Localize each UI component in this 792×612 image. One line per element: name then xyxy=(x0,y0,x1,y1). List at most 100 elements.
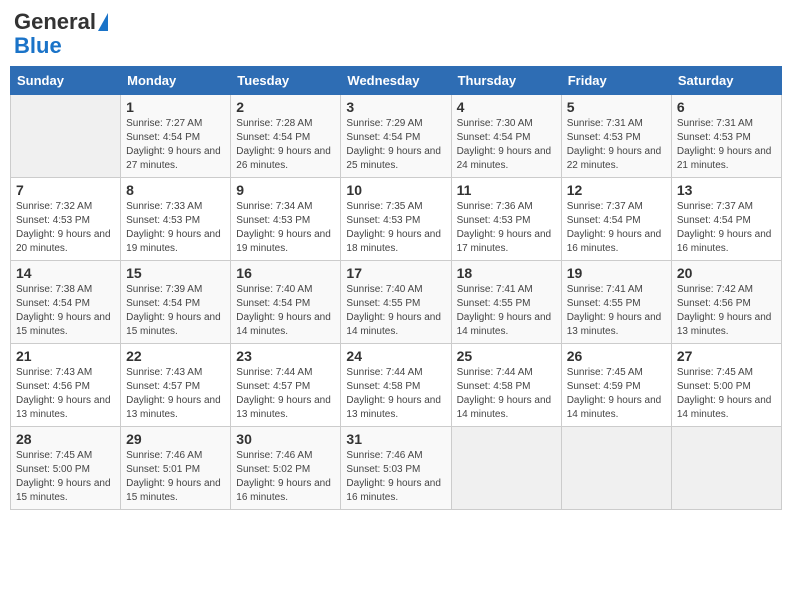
weekday-header-thursday: Thursday xyxy=(451,67,561,95)
calendar-cell: 18 Sunrise: 7:41 AMSunset: 4:55 PMDayligh… xyxy=(451,261,561,344)
calendar-cell: 23Sunrise: 7:44 AMSunset: 4:57 PMDayligh… xyxy=(231,344,341,427)
calendar-row: 28 Sunrise: 7:45 AMSunset: 5:00 PMDayligh… xyxy=(11,427,782,510)
weekday-header-sunday: Sunday xyxy=(11,67,121,95)
day-info: Sunrise: 7:32 AMSunset: 4:53 PMDaylight:… xyxy=(16,200,115,256)
calendar-cell: 8 Sunrise: 7:33 AMSunset: 4:53 PMDaylight… xyxy=(121,178,231,261)
calendar-cell: 28 Sunrise: 7:45 AMSunset: 5:00 PMDayligh… xyxy=(11,427,121,510)
day-info: Sunrise: 7:45 AMSunset: 5:00 PMDaylight:… xyxy=(16,449,115,505)
weekday-header-monday: Monday xyxy=(121,67,231,95)
day-number: 20 xyxy=(677,265,776,281)
day-number: 8 xyxy=(126,182,225,198)
day-number: 24 xyxy=(346,348,445,364)
calendar-cell: 7 Sunrise: 7:32 AMSunset: 4:53 PMDaylight… xyxy=(11,178,121,261)
day-number: 9 xyxy=(236,182,335,198)
day-number: 2 xyxy=(236,99,335,115)
logo-triangle-icon xyxy=(98,13,108,31)
day-info: Sunrise: 7:36 AMSunset: 4:53 PMDaylight:… xyxy=(457,200,556,256)
calendar-cell: 10Sunrise: 7:35 AMSunset: 4:53 PMDayligh… xyxy=(341,178,451,261)
day-info: Sunrise: 7:44 AMSunset: 4:57 PMDaylight:… xyxy=(236,366,335,422)
weekday-header-wednesday: Wednesday xyxy=(341,67,451,95)
day-info: Sunrise: 7:27 AMSunset: 4:54 PMDaylight:… xyxy=(126,117,225,173)
day-info: Sunrise: 7:42 AMSunset: 4:56 PMDaylight:… xyxy=(677,283,776,339)
calendar-cell xyxy=(561,427,671,510)
day-number: 27 xyxy=(677,348,776,364)
day-info: Sunrise: 7:31 AMSunset: 4:53 PMDaylight:… xyxy=(677,117,776,173)
day-number: 3 xyxy=(346,99,445,115)
logo-text-general: General xyxy=(14,10,96,34)
calendar-row: 21Sunrise: 7:43 AMSunset: 4:56 PMDayligh… xyxy=(11,344,782,427)
calendar-cell: 12 Sunrise: 7:37 AMSunset: 4:54 PMDayligh… xyxy=(561,178,671,261)
day-number: 31 xyxy=(346,431,445,447)
day-number: 11 xyxy=(457,182,556,198)
calendar-cell: 2 Sunrise: 7:28 AMSunset: 4:54 PMDaylight… xyxy=(231,95,341,178)
day-info: Sunrise: 7:34 AMSunset: 4:53 PMDaylight:… xyxy=(236,200,335,256)
logo-text-blue: Blue xyxy=(14,34,62,58)
day-info: Sunrise: 7:44 AMSunset: 4:58 PMDaylight:… xyxy=(457,366,556,422)
day-info: Sunrise: 7:43 AMSunset: 4:57 PMDaylight:… xyxy=(126,366,225,422)
day-number: 7 xyxy=(16,182,115,198)
day-number: 25 xyxy=(457,348,556,364)
day-number: 4 xyxy=(457,99,556,115)
day-info: Sunrise: 7:45 AMSunset: 4:59 PMDaylight:… xyxy=(567,366,666,422)
calendar-cell: 20 Sunrise: 7:42 AMSunset: 4:56 PMDayligh… xyxy=(671,261,781,344)
day-number: 18 xyxy=(457,265,556,281)
calendar-cell: 3 Sunrise: 7:29 AMSunset: 4:54 PMDaylight… xyxy=(341,95,451,178)
day-info: Sunrise: 7:41 AMSunset: 4:55 PMDaylight:… xyxy=(457,283,556,339)
calendar-row: 1 Sunrise: 7:27 AMSunset: 4:54 PMDaylight… xyxy=(11,95,782,178)
day-info: Sunrise: 7:40 AMSunset: 4:55 PMDaylight:… xyxy=(346,283,445,339)
day-info: Sunrise: 7:39 AMSunset: 4:54 PMDaylight:… xyxy=(126,283,225,339)
calendar-cell: 15 Sunrise: 7:39 AMSunset: 4:54 PMDayligh… xyxy=(121,261,231,344)
calendar-cell: 1 Sunrise: 7:27 AMSunset: 4:54 PMDaylight… xyxy=(121,95,231,178)
day-number: 21 xyxy=(16,348,115,364)
calendar-cell: 14 Sunrise: 7:38 AMSunset: 4:54 PMDayligh… xyxy=(11,261,121,344)
logo: General Blue xyxy=(14,10,108,58)
day-number: 30 xyxy=(236,431,335,447)
calendar-cell: 30 Sunrise: 7:46 AMSunset: 5:02 PMDayligh… xyxy=(231,427,341,510)
calendar-cell xyxy=(11,95,121,178)
day-info: Sunrise: 7:46 AMSunset: 5:01 PMDaylight:… xyxy=(126,449,225,505)
day-number: 13 xyxy=(677,182,776,198)
calendar-table: SundayMondayTuesdayWednesdayThursdayFrid… xyxy=(10,66,782,510)
calendar-cell xyxy=(451,427,561,510)
day-info: Sunrise: 7:37 AMSunset: 4:54 PMDaylight:… xyxy=(567,200,666,256)
day-info: Sunrise: 7:40 AMSunset: 4:54 PMDaylight:… xyxy=(236,283,335,339)
day-info: Sunrise: 7:44 AMSunset: 4:58 PMDaylight:… xyxy=(346,366,445,422)
day-number: 17 xyxy=(346,265,445,281)
day-number: 1 xyxy=(126,99,225,115)
day-info: Sunrise: 7:29 AMSunset: 4:54 PMDaylight:… xyxy=(346,117,445,173)
day-number: 5 xyxy=(567,99,666,115)
calendar-cell: 25 Sunrise: 7:44 AMSunset: 4:58 PMDayligh… xyxy=(451,344,561,427)
calendar-cell: 26Sunrise: 7:45 AMSunset: 4:59 PMDayligh… xyxy=(561,344,671,427)
day-number: 28 xyxy=(16,431,115,447)
weekday-header-friday: Friday xyxy=(561,67,671,95)
day-info: Sunrise: 7:30 AMSunset: 4:54 PMDaylight:… xyxy=(457,117,556,173)
calendar-cell: 27Sunrise: 7:45 AMSunset: 5:00 PMDayligh… xyxy=(671,344,781,427)
day-number: 22 xyxy=(126,348,225,364)
day-info: Sunrise: 7:28 AMSunset: 4:54 PMDaylight:… xyxy=(236,117,335,173)
calendar-cell: 11 Sunrise: 7:36 AMSunset: 4:53 PMDayligh… xyxy=(451,178,561,261)
calendar-row: 7 Sunrise: 7:32 AMSunset: 4:53 PMDaylight… xyxy=(11,178,782,261)
day-info: Sunrise: 7:31 AMSunset: 4:53 PMDaylight:… xyxy=(567,117,666,173)
day-number: 15 xyxy=(126,265,225,281)
day-number: 6 xyxy=(677,99,776,115)
calendar-cell: 9 Sunrise: 7:34 AMSunset: 4:53 PMDaylight… xyxy=(231,178,341,261)
calendar-row: 14 Sunrise: 7:38 AMSunset: 4:54 PMDayligh… xyxy=(11,261,782,344)
day-number: 19 xyxy=(567,265,666,281)
day-info: Sunrise: 7:46 AMSunset: 5:02 PMDaylight:… xyxy=(236,449,335,505)
calendar-cell: 4 Sunrise: 7:30 AMSunset: 4:54 PMDaylight… xyxy=(451,95,561,178)
day-info: Sunrise: 7:33 AMSunset: 4:53 PMDaylight:… xyxy=(126,200,225,256)
day-info: Sunrise: 7:38 AMSunset: 4:54 PMDaylight:… xyxy=(16,283,115,339)
calendar-cell: 17 Sunrise: 7:40 AMSunset: 4:55 PMDayligh… xyxy=(341,261,451,344)
page-header: General Blue xyxy=(10,10,782,58)
day-number: 14 xyxy=(16,265,115,281)
calendar-cell: 19Sunrise: 7:41 AMSunset: 4:55 PMDayligh… xyxy=(561,261,671,344)
day-number: 10 xyxy=(346,182,445,198)
weekday-header-tuesday: Tuesday xyxy=(231,67,341,95)
calendar-cell: 16 Sunrise: 7:40 AMSunset: 4:54 PMDayligh… xyxy=(231,261,341,344)
day-number: 16 xyxy=(236,265,335,281)
day-number: 12 xyxy=(567,182,666,198)
calendar-cell: 24 Sunrise: 7:44 AMSunset: 4:58 PMDayligh… xyxy=(341,344,451,427)
calendar-cell: 21Sunrise: 7:43 AMSunset: 4:56 PMDayligh… xyxy=(11,344,121,427)
day-info: Sunrise: 7:37 AMSunset: 4:54 PMDaylight:… xyxy=(677,200,776,256)
weekday-header-saturday: Saturday xyxy=(671,67,781,95)
